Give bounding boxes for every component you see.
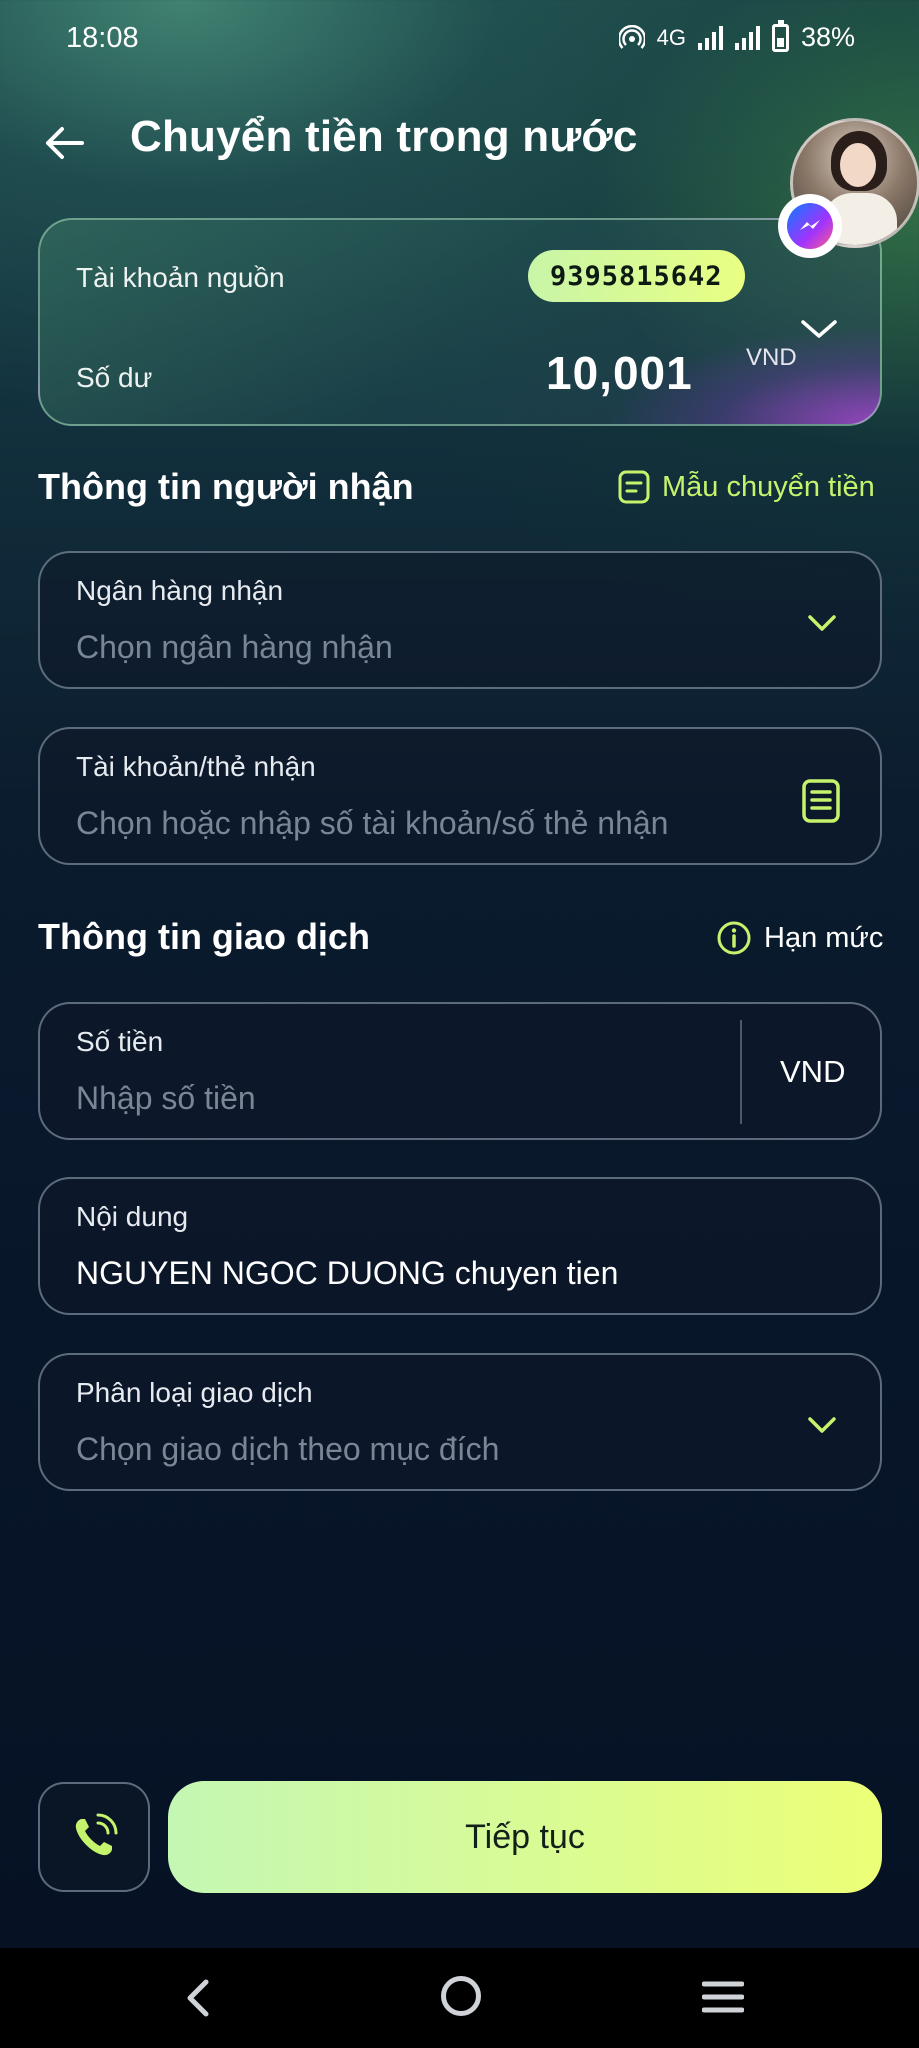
continue-button[interactable]: Tiếp tục [168,1781,882,1893]
chevron-down-icon [808,615,836,631]
signal-icon [697,25,723,50]
amount-divider [740,1020,742,1124]
chevron-down-icon[interactable] [797,308,841,352]
network-type: 4G [656,24,686,50]
battery-icon [771,19,789,52]
page-title: Chuyển tiền trong nước [130,112,638,161]
receiving-bank-select[interactable]: Ngân hàng nhận Chọn ngân hàng nhận [38,551,882,689]
contact-book-icon[interactable] [800,779,842,823]
status-icons: 4G 38% [618,19,855,53]
arrow-left-icon[interactable] [42,120,88,166]
source-account-label: Tài khoản nguồn [76,262,285,293]
balance-currency: VND [746,344,797,371]
limit-link[interactable]: Hạn mức [716,920,883,956]
nav-menu-icon[interactable] [702,1980,744,2014]
transaction-section-title: Thông tin giao dịch [38,916,370,957]
balance-value: 10,001 [546,347,693,399]
amount-field[interactable]: Số tiền Nhập số tiền VND [38,1002,882,1140]
content-label: Nội dung [76,1201,189,1232]
hotspot-icon [618,24,645,49]
call-support-button[interactable] [38,1782,150,1892]
transaction-category-label: Phân loại giao dịch [76,1377,313,1408]
phone-call-icon [75,1813,118,1856]
status-time: 18:08 [66,22,139,54]
lightning-bolt-icon [800,220,820,230]
transaction-category-placeholder: Chọn giao dịch theo mục đích [76,1431,500,1467]
content-field[interactable]: Nội dung NGUYEN NGOC DUONG chuyen tien [38,1177,882,1315]
balance-label: Số dư [76,362,153,393]
status-bar: 18:08 4G 38% [0,0,919,76]
amount-input[interactable]: Nhập số tiền [76,1080,256,1117]
receiving-account-placeholder: Chọn hoặc nhập số tài khoản/số thẻ nhận [76,805,669,841]
chevron-down-icon [808,1417,836,1433]
receiving-bank-label: Ngân hàng nhận [76,575,284,606]
content-input[interactable]: NGUYEN NGOC DUONG chuyen tien [76,1255,618,1292]
transfer-template-link[interactable]: Mẫu chuyển tiền [618,470,875,504]
transaction-category-select[interactable]: Phân loại giao dịch Chọn giao dịch theo … [38,1353,882,1491]
system-nav-bar [0,1948,919,2048]
source-account-card[interactable]: Tài khoản nguồn 9395815642 Số dư 10,001 … [38,218,882,426]
receiving-account-field[interactable]: Tài khoản/thẻ nhận Chọn hoặc nhập số tài… [38,727,882,865]
signal-icon-2 [734,25,760,50]
battery-percent: 38% [800,22,855,52]
limit-label: Hạn mức [764,921,884,954]
source-account-number: 9395815642 [528,250,745,302]
info-icon [717,921,751,955]
messenger-icon[interactable] [778,194,842,258]
amount-currency: VND [780,1054,846,1089]
nav-back-icon[interactable] [178,1976,218,2020]
receiving-account-label: Tài khoản/thẻ nhận [76,751,316,782]
template-icon [618,470,650,504]
recipient-section-title: Thông tin người nhận [38,466,414,507]
transfer-template-label: Mẫu chuyển tiền [662,470,875,503]
amount-label: Số tiền [76,1026,164,1057]
receiving-bank-placeholder: Chọn ngân hàng nhận [76,629,393,665]
nav-home-icon[interactable] [441,1976,481,2016]
